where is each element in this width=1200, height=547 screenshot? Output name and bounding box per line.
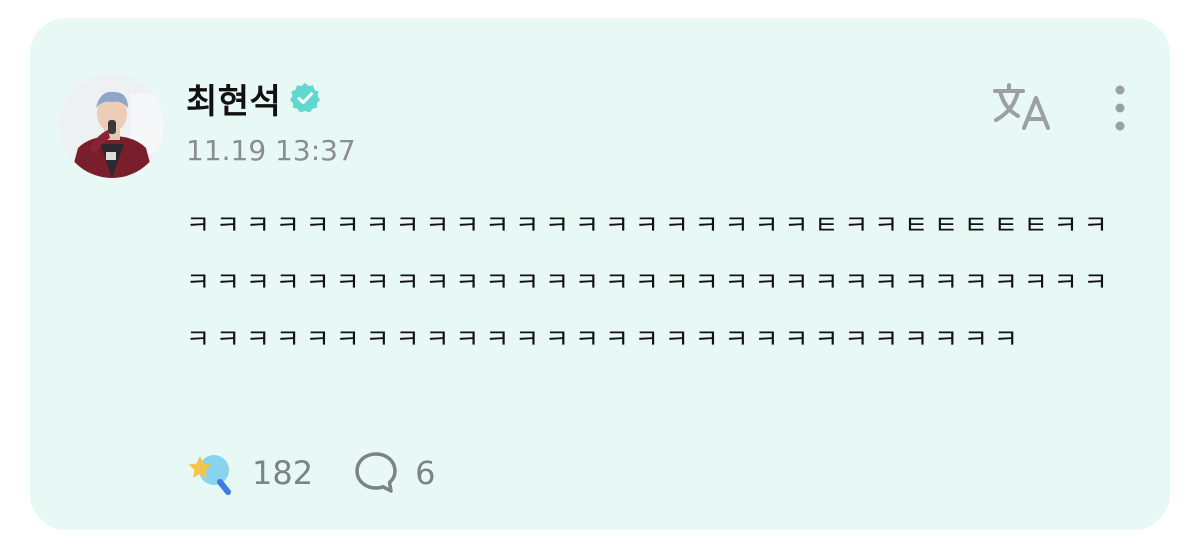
star-wand-reaction-icon <box>188 455 231 495</box>
verified-badge-icon <box>290 83 321 113</box>
post-card: 최현석 11.19 13:37 ㅋㅋㅋㅋㅋㅋㅋㅋㅋㅋㅋㅋㅋㅋㅋㅋㅋㅋㅋㅋㅋㅌㅋㅋ… <box>30 18 1170 530</box>
comment-button[interactable]: 6 <box>353 450 435 496</box>
reaction-bar: 182 6 <box>186 448 435 498</box>
post-timestamp: 11.19 13:37 <box>186 134 356 167</box>
avatar-photo <box>60 74 164 178</box>
translate-icon[interactable] <box>990 82 1054 134</box>
more-vertical-icon[interactable] <box>1106 82 1134 134</box>
comment-count: 6 <box>415 454 436 492</box>
avatar[interactable] <box>60 74 164 178</box>
speech-bubble-icon <box>355 452 397 493</box>
reaction-button[interactable]: 182 <box>186 448 313 498</box>
reaction-count: 182 <box>252 454 314 492</box>
post-body-text: ㅋㅋㅋㅋㅋㅋㅋㅋㅋㅋㅋㅋㅋㅋㅋㅋㅋㅋㅋㅋㅋㅌㅋㅋㅌㅌㅌㅌㅌㅋㅋㅋㅋㅋㅋㅋㅋㅋㅋㅋ… <box>186 211 1114 355</box>
author-name[interactable]: 최현석 <box>186 74 281 123</box>
author-row: 최현석 <box>186 74 321 123</box>
